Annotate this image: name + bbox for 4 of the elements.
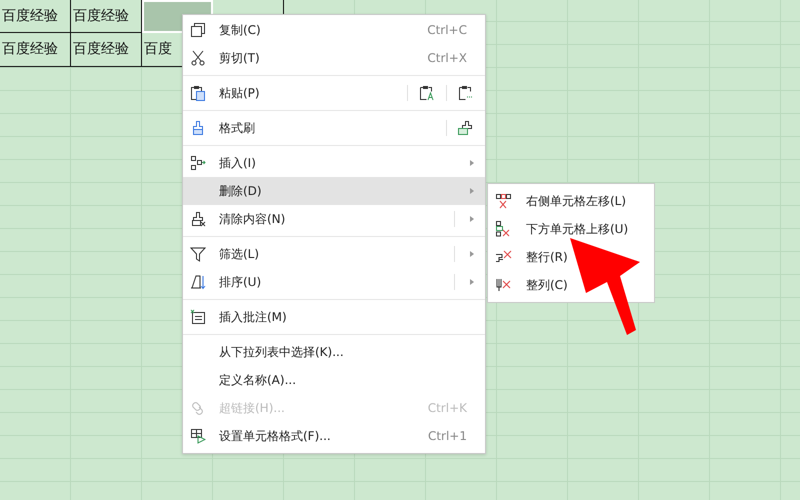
shortcut-text: Ctrl+1 <box>428 429 467 443</box>
shortcut-text: Ctrl+X <box>427 51 467 65</box>
shortcut-text: Ctrl+K <box>428 401 467 415</box>
shortcut-text: Ctrl+C <box>427 23 467 37</box>
